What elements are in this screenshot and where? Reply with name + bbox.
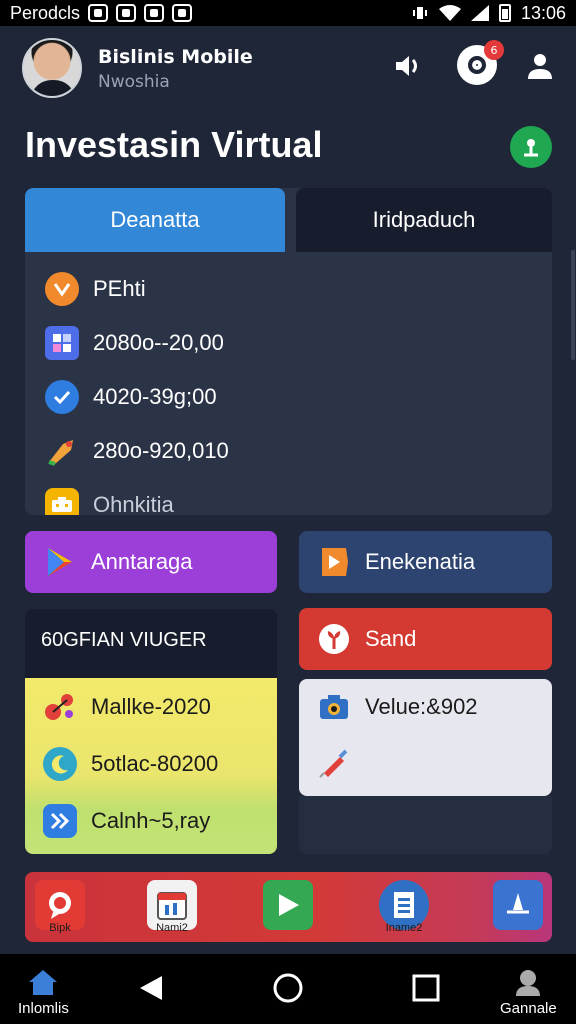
summary-card-body: Mallke-2020 5otlac-80200 Calnh~5,ray: [25, 678, 277, 854]
system-navbar: Inlomlis Gannale: [0, 954, 576, 1024]
summary-card: 60GFIAN VIUGER Mallke-2020 5otlac-80200 …: [25, 609, 277, 854]
nav-home-label: Inlomlis: [18, 1000, 69, 1017]
back-icon: [140, 976, 162, 1000]
list-item[interactable]: Ohnkitia: [25, 478, 552, 515]
anntaraga-label: Anntaraga: [91, 549, 193, 574]
value-row[interactable]: Velue:&902: [299, 679, 552, 735]
tab-iridpaduch[interactable]: Iridpaduch: [296, 188, 552, 252]
sand-button[interactable]: Sand: [299, 608, 552, 670]
anntaraga-button[interactable]: Anntaraga: [25, 531, 277, 593]
camera-icon: [317, 690, 351, 724]
summary-row-label: 5otlac-80200: [91, 750, 219, 776]
dock-item-compass[interactable]: [491, 880, 545, 940]
value-row-label: Velue:&902: [365, 694, 478, 719]
list-item[interactable]: 280o-920,010: [25, 424, 552, 478]
dock-item-bipk[interactable]: Bipk: [33, 880, 87, 940]
avatar[interactable]: [22, 38, 82, 98]
flag-icon: [317, 545, 351, 579]
briefcase-icon: [45, 488, 79, 515]
profile-button[interactable]: [520, 46, 560, 86]
nav-profile[interactable]: Gannale: [500, 968, 557, 1017]
nav-home-circle[interactable]: [272, 972, 304, 1004]
speaker-button[interactable]: [388, 46, 428, 86]
notifications-button[interactable]: 6: [454, 40, 504, 88]
speaker-icon: [396, 56, 417, 76]
dock-item-iname2[interactable]: Iname2: [377, 880, 431, 940]
list-item-label: 2080o--20,00: [93, 330, 224, 355]
summary-card-title: 60GFIAN VIUGER: [41, 629, 207, 651]
recents-icon: [412, 974, 440, 1002]
grid-icon: [45, 326, 79, 360]
heart-icon: [45, 272, 79, 306]
circle-home-icon: [273, 973, 303, 1003]
cell-signal-icon: [470, 5, 489, 21]
dock-label: Nami2: [156, 922, 188, 934]
person-icon: [524, 139, 538, 157]
scrollbar[interactable]: [571, 250, 575, 360]
app-dock: Bipk Nami2 Iname2: [25, 872, 552, 942]
tab-deanatta[interactable]: Deanatta: [25, 188, 285, 252]
app-header: Bislinis Mobile Nwoshia 6: [22, 36, 562, 104]
home-icon: [29, 970, 58, 995]
tag-icon: [45, 434, 79, 468]
profile-icon: [516, 970, 541, 996]
enekenatia-button[interactable]: Enekenatia: [299, 531, 552, 593]
dock-label: Bipk: [49, 922, 71, 934]
dock-item-play[interactable]: [261, 880, 315, 940]
check-icon: [45, 380, 79, 414]
plant-icon: [317, 622, 351, 656]
app-subtitle: Nwoshia: [98, 72, 170, 92]
summary-row[interactable]: Calnh~5,ray: [25, 792, 277, 849]
app-name: Bislinis Mobile: [98, 46, 253, 68]
vibrate-icon: [412, 7, 427, 19]
enekenatia-label: Enekenatia: [365, 549, 476, 574]
moon-icon: [43, 746, 77, 781]
dock-item-nami2[interactable]: Nami2: [145, 880, 199, 940]
status-bar: Perodcls 13:06: [0, 0, 576, 26]
value-row[interactable]: [299, 735, 552, 791]
sand-label: Sand: [365, 626, 417, 651]
list-item-label: 280o-920,010: [93, 438, 229, 463]
nav-home[interactable]: Inlomlis: [18, 968, 69, 1017]
play-store-icon: [43, 545, 77, 579]
message-notification-icon: [144, 4, 165, 22]
syringe-icon: [317, 746, 351, 780]
nav-profile-label: Gannale: [500, 1000, 557, 1017]
nav-recents[interactable]: [412, 974, 440, 1002]
page-title: Investasin Virtual: [25, 124, 323, 165]
play-icon: [263, 880, 313, 930]
list-item[interactable]: 2080o--20,00: [25, 316, 552, 370]
value-card: Velue:&902: [299, 679, 552, 796]
dock-label: Iname2: [385, 922, 423, 934]
summary-row[interactable]: 5otlac-80200: [25, 735, 277, 792]
list-item[interactable]: 4020-39g;00: [25, 370, 552, 424]
summary-row-label: Mallke-2020: [91, 693, 211, 719]
nav-back[interactable]: [138, 974, 164, 1002]
molecule-icon: [43, 690, 77, 724]
clock: 13:06: [520, 2, 566, 23]
battery-icon: [498, 4, 511, 22]
notification-badge: 6: [484, 40, 504, 60]
double-chevron-icon: [43, 803, 77, 838]
add-account-button[interactable]: [510, 126, 552, 168]
compass-icon: [493, 880, 543, 930]
list-item-label: 4020-39g;00: [93, 384, 217, 409]
camera-notification-icon: [116, 4, 137, 22]
shield-notification-icon: [172, 4, 193, 22]
summary-row[interactable]: Mallke-2020: [25, 678, 277, 735]
carrier-label: Perodcls: [10, 2, 81, 23]
asset-list: PEhti 2080o--20,00 4020-39g;00 280o-920,…: [25, 262, 552, 515]
gallery-notification-icon: [88, 4, 109, 22]
user-icon: [528, 54, 552, 79]
list-item-label: PEhti: [93, 276, 146, 301]
value-card-footer: [299, 796, 552, 854]
list-item[interactable]: PEhti: [25, 262, 552, 316]
tabs-panel: Deanatta Iridpaduch PEhti 2080o--20,00 4…: [25, 188, 552, 515]
list-item-label: Ohnkitia: [93, 492, 174, 515]
summary-row-label: Calnh~5,ray: [91, 807, 211, 833]
wifi-icon: [438, 5, 461, 21]
